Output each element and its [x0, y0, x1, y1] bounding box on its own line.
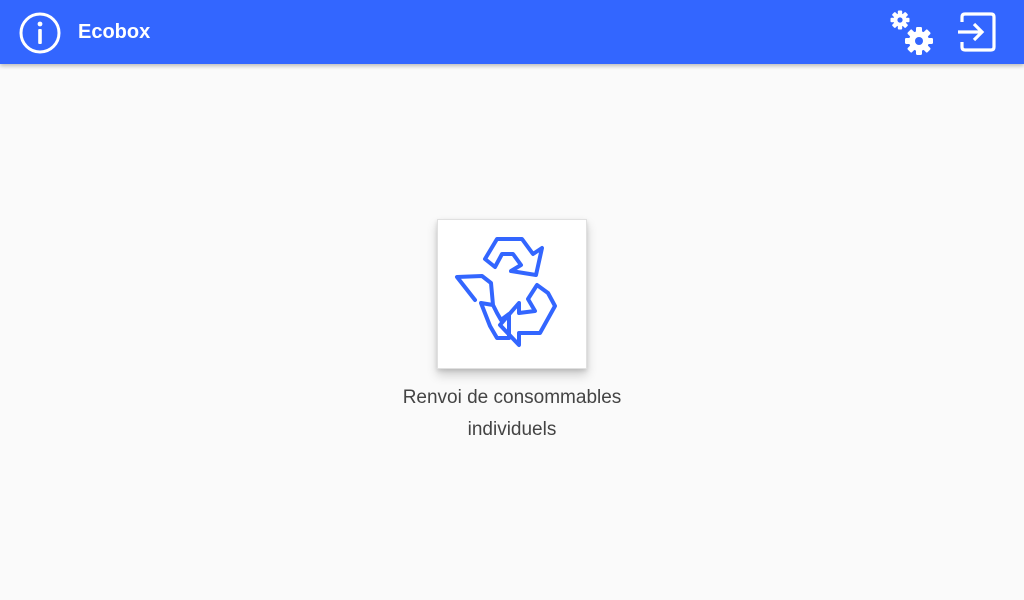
- info-icon: [19, 12, 61, 54]
- logout-icon: [958, 12, 996, 52]
- tile-consumables-return[interactable]: [437, 219, 587, 369]
- app-bar: Ecobox: [0, 0, 1024, 64]
- settings-button[interactable]: [888, 8, 938, 58]
- gears-icon: [890, 10, 933, 55]
- tile-label: Renvoi de consommables individuels: [402, 387, 622, 440]
- recycle-icon: [455, 237, 557, 347]
- info-button[interactable]: [18, 11, 62, 55]
- logout-button[interactable]: [954, 10, 998, 54]
- app-title: Ecobox: [78, 21, 151, 43]
